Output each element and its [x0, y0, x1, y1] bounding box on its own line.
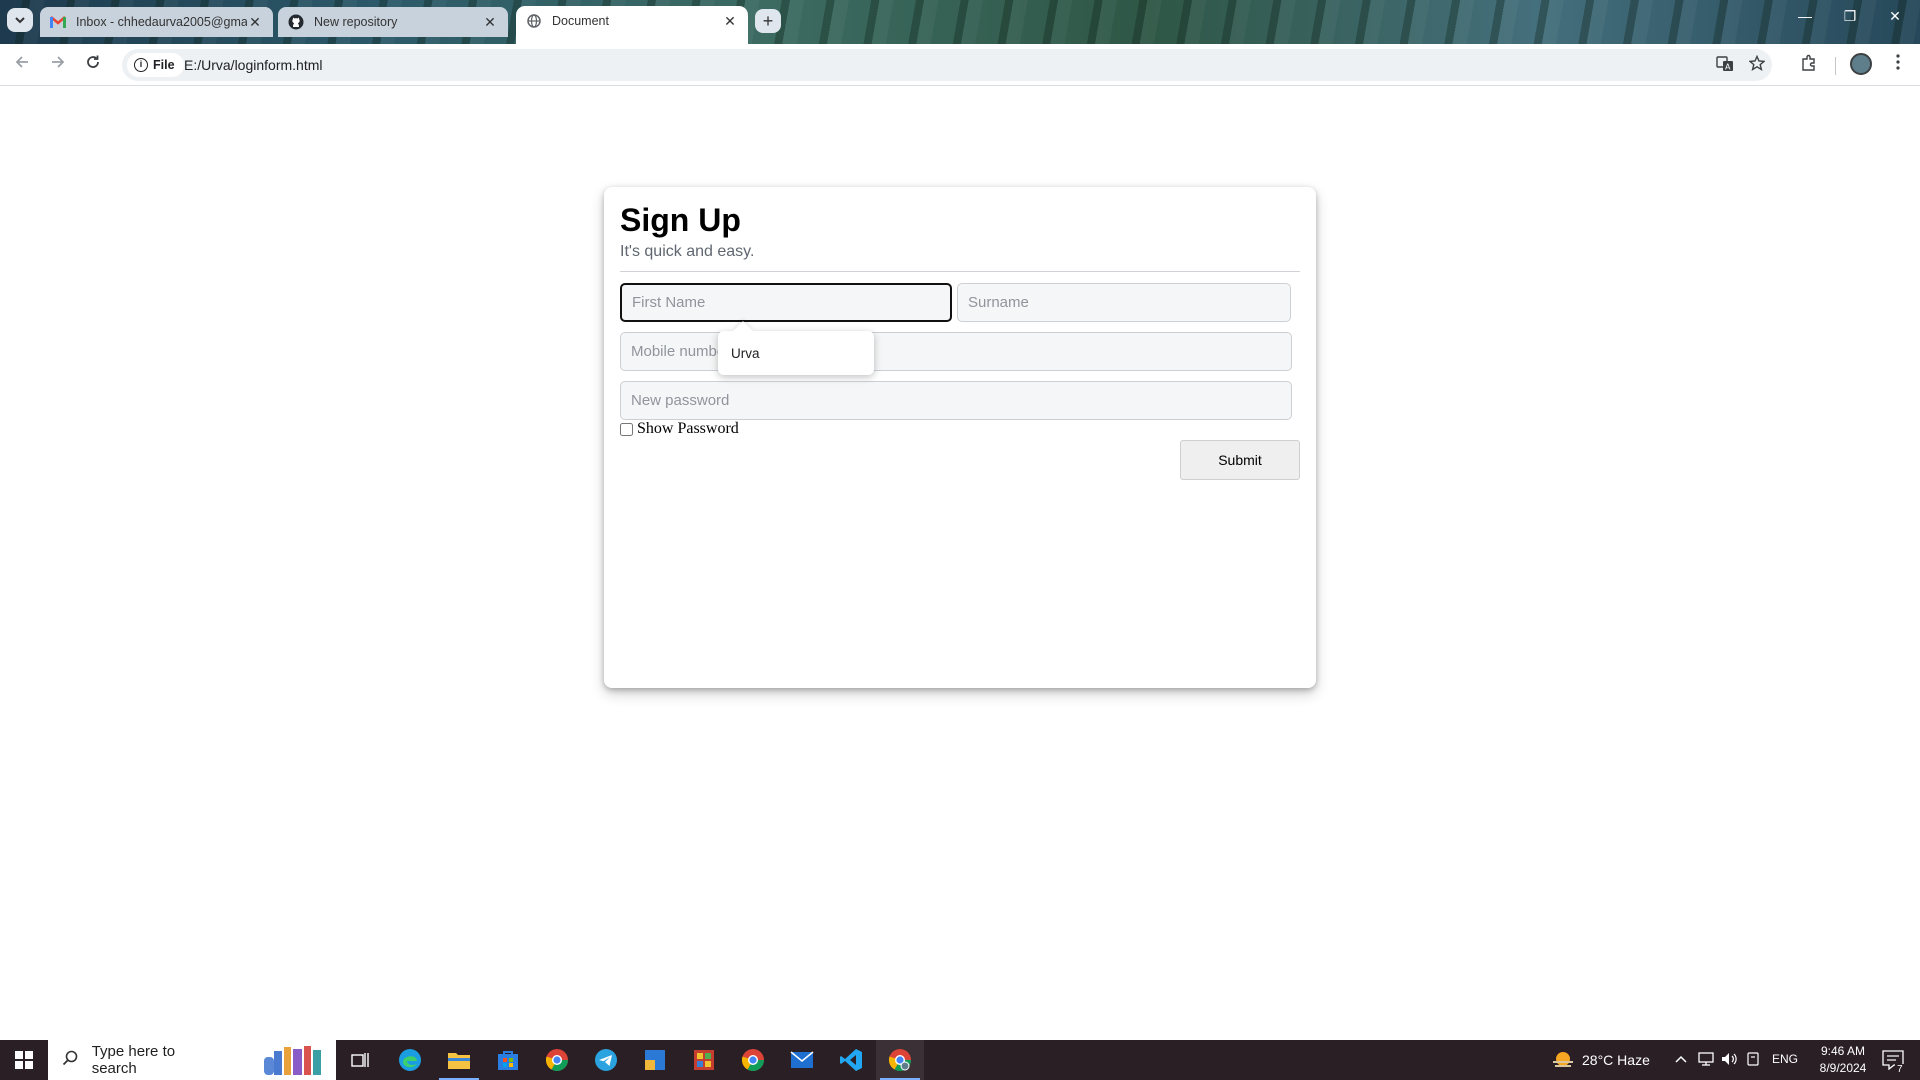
reload-button[interactable]	[81, 53, 105, 77]
translate-icon[interactable]: A	[1714, 55, 1736, 75]
submit-button[interactable]: Submit	[1180, 440, 1300, 480]
url-text[interactable]: E:/Urva/loginform.html	[184, 57, 322, 73]
store-icon	[498, 1051, 518, 1070]
notification-badge: 7	[1895, 1064, 1905, 1075]
taskbar-search[interactable]: Type here to search	[48, 1040, 336, 1080]
toolbar-divider	[1835, 57, 1836, 75]
signup-card: Sign Up It's quick and easy. Show Passwo…	[604, 187, 1316, 688]
weather-text[interactable]: 28°C Haze	[1582, 1052, 1650, 1068]
tab-title: Inbox - chhedaurva2005@gma	[76, 15, 247, 29]
edge-icon	[399, 1049, 421, 1071]
arrow-right-icon	[52, 56, 65, 68]
star-icon[interactable]	[1746, 54, 1768, 75]
site-chip-label: File	[153, 58, 175, 72]
globe-icon	[526, 13, 542, 29]
taskbar-chrome-2[interactable]	[729, 1040, 777, 1080]
page-title: Sign Up	[620, 202, 741, 238]
kebab-menu-icon[interactable]	[1886, 54, 1910, 78]
show-password-row[interactable]: Show Password	[620, 420, 739, 438]
search-icon	[62, 1050, 80, 1070]
github-icon	[288, 14, 304, 30]
chevron-up-icon[interactable]	[1675, 1052, 1687, 1067]
tab-gmail[interactable]: Inbox - chhedaurva2005@gma ✕	[40, 7, 273, 37]
grid-app-icon	[694, 1050, 714, 1070]
first-name-input[interactable]	[620, 283, 952, 322]
tab-new-repository[interactable]: New repository ✕	[278, 7, 508, 37]
autofill-suggestion[interactable]: Urva	[731, 346, 760, 361]
taskbar-file-explorer[interactable]	[435, 1040, 483, 1080]
profile-avatar[interactable]	[1850, 53, 1872, 75]
taskbar-telegram[interactable]	[582, 1040, 630, 1080]
taskbar-store[interactable]	[484, 1040, 532, 1080]
show-password-label: Show Password	[637, 420, 739, 437]
clock-date: 8/9/2024	[1819, 1061, 1867, 1075]
taskbar-app-multicolor[interactable]	[680, 1040, 728, 1080]
window-close-button[interactable]: ✕	[1875, 8, 1915, 32]
browser-toolbar: i File E:/Urva/loginform.html A	[0, 44, 1920, 86]
divider	[620, 271, 1300, 272]
taskbar-app-blue[interactable]	[631, 1040, 679, 1080]
start-button[interactable]	[0, 1040, 48, 1080]
windows-logo-icon	[15, 1051, 33, 1069]
windows-taskbar: Type here to search 28°C Haze ENG 9:46 A…	[0, 1040, 1920, 1080]
minimize-button[interactable]: —	[1785, 8, 1825, 32]
search-placeholder: Type here to search	[91, 1043, 176, 1077]
vscode-icon	[840, 1049, 862, 1071]
restore-button[interactable]: ❐	[1830, 8, 1870, 32]
info-icon: i	[134, 58, 148, 72]
volume-icon[interactable]	[1721, 1052, 1739, 1069]
weather-icon[interactable]	[1551, 1049, 1575, 1074]
chrome-icon	[888, 1049, 911, 1071]
forward-button[interactable]	[46, 53, 70, 77]
chrome-icon	[741, 1049, 764, 1071]
close-icon[interactable]: ✕	[247, 14, 263, 31]
taskbar-chrome-active[interactable]	[876, 1040, 924, 1080]
reload-icon	[87, 55, 99, 68]
tab-title: Document	[552, 14, 609, 28]
clock-time: 9:46 AM	[1820, 1044, 1866, 1058]
site-info-chip[interactable]: i File	[127, 53, 184, 77]
surname-input[interactable]	[957, 283, 1291, 322]
clock[interactable]: 9:46 AM 8/9/2024	[1808, 1043, 1878, 1077]
page-subtitle: It's quick and easy.	[620, 243, 755, 260]
close-icon[interactable]: ✕	[722, 13, 738, 30]
arrow-left-icon	[15, 56, 28, 68]
telegram-icon	[595, 1049, 617, 1071]
task-view-icon	[351, 1053, 369, 1067]
gmail-icon	[50, 14, 66, 30]
new-tab-button[interactable]: +	[755, 9, 781, 33]
taskbar-mail[interactable]	[778, 1040, 826, 1080]
back-button[interactable]	[10, 53, 34, 77]
tab-title: New repository	[314, 15, 398, 29]
window-app-icon	[645, 1050, 665, 1070]
language-indicator[interactable]: ENG	[1772, 1052, 1798, 1066]
close-icon[interactable]: ✕	[482, 14, 498, 31]
extensions-icon[interactable]	[1797, 54, 1821, 78]
tab-search-button[interactable]	[7, 8, 33, 32]
chevron-down-icon	[15, 17, 25, 24]
tab-document[interactable]: Document ✕	[516, 6, 748, 44]
show-password-checkbox[interactable]	[620, 422, 633, 436]
network-icon[interactable]	[1697, 1052, 1715, 1069]
taskbar-vscode[interactable]	[827, 1040, 875, 1080]
taskbar-edge[interactable]	[386, 1040, 434, 1080]
taskbar-chrome-1[interactable]	[533, 1040, 581, 1080]
device-icon[interactable]	[1746, 1052, 1760, 1069]
books-icon	[260, 1043, 336, 1077]
browser-titlebar: Inbox - chhedaurva2005@gma ✕ New reposit…	[0, 0, 1920, 44]
address-bar[interactable]: i File E:/Urva/loginform.html A	[122, 49, 1772, 81]
svg-text:A: A	[1725, 63, 1731, 72]
folder-icon	[448, 1053, 470, 1069]
password-input[interactable]	[620, 381, 1292, 420]
mail-icon	[790, 1051, 814, 1068]
autofill-suggestion-popup[interactable]: Urva	[718, 331, 874, 375]
task-view-button[interactable]	[336, 1040, 384, 1080]
chrome-icon	[545, 1049, 568, 1071]
